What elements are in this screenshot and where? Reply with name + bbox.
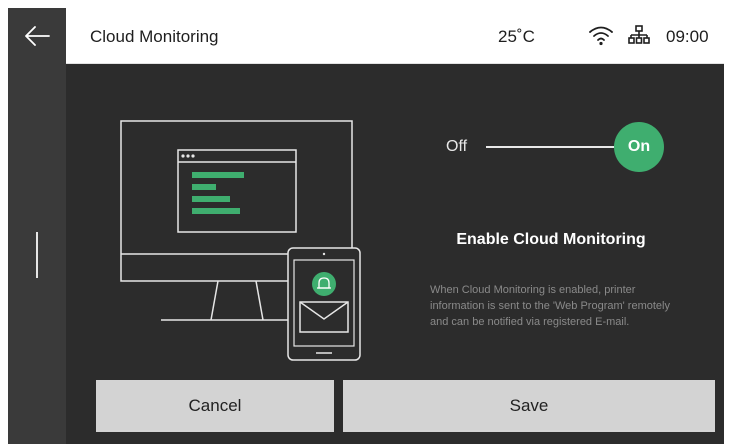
description-text: When Cloud Monitoring is enabled, printe… [430, 284, 670, 328]
cloud-monitoring-toggle[interactable]: Off On [442, 122, 682, 172]
envelope-icon [299, 301, 349, 333]
header-bar: Cloud Monitoring 25˚C 09:00 [66, 8, 724, 64]
cancel-button[interactable]: Cancel [96, 380, 334, 432]
toggle-on-knob[interactable]: On [614, 122, 664, 172]
section-heading: Enable Cloud Monitoring [456, 231, 646, 248]
device-screen: Cloud Monitoring 25˚C 09:00 Off On Enabl… [0, 0, 732, 444]
scroll-handle[interactable] [36, 232, 38, 278]
browser-window-icon [177, 149, 297, 233]
bell-icon [312, 272, 336, 296]
network-icon [628, 25, 650, 50]
main-panel: Off On Enable Cloud Monitoring When Clou… [66, 64, 724, 444]
back-arrow-icon [25, 26, 50, 46]
wifi-icon [588, 24, 614, 51]
cloud-monitoring-illustration [120, 120, 361, 361]
temperature-readout: 25˚C [498, 27, 535, 46]
back-button[interactable] [8, 8, 66, 64]
left-rail [8, 8, 66, 444]
toggle-off-label[interactable]: Off [446, 138, 467, 156]
page-title: Cloud Monitoring [90, 27, 219, 46]
clock: 09:00 [666, 27, 709, 46]
toggle-track [486, 146, 634, 148]
save-button[interactable]: Save [343, 380, 715, 432]
